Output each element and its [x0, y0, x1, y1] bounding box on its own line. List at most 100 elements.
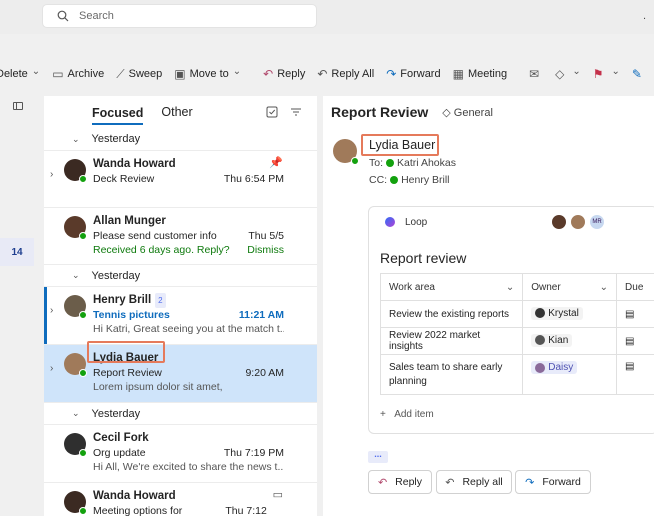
loop-component[interactable]: Loop MR Report review Work area ⌄ Owner ⌄ …	[368, 206, 654, 434]
expand-chevron-icon[interactable]: ›	[50, 305, 53, 316]
message-list: Focused Other ⌄ Yesterday › 📌 Wanda Howar…	[44, 96, 317, 516]
table-cell[interactable]: Krystal	[522, 300, 618, 328]
reply-all-label: Reply All	[331, 68, 375, 80]
tab-other[interactable]: Other	[161, 99, 192, 125]
meeting-button[interactable]: ▦ Meeting	[453, 67, 507, 81]
search-box[interactable]: Search	[43, 5, 316, 27]
presence-icon	[79, 369, 87, 377]
archive-button[interactable]: ▭ Archive	[52, 67, 104, 81]
group-label: Yesterday	[91, 269, 141, 282]
list-item[interactable]: › 📌 Wanda Howard Deck Review Thu 6:54 PM	[44, 150, 317, 207]
list-item[interactable]: ▭ Wanda Howard Meeting options for Thurs…	[44, 482, 317, 516]
pin-icon[interactable]: 📌	[269, 156, 283, 169]
table-cell[interactable]: Sales team to share early planning	[379, 354, 524, 395]
collaborator-avatars: MR	[551, 214, 608, 230]
highlight-box	[361, 134, 439, 156]
reply-all-icon: ↶	[317, 67, 328, 81]
group-label: Yesterday	[91, 407, 141, 420]
table-cell[interactable]: Kian	[522, 327, 618, 355]
owner-name: Kian	[548, 334, 569, 346]
thread-count-badge: 2	[155, 293, 166, 308]
presence-icon	[351, 157, 359, 165]
forward-button[interactable]: ↷ Forward	[515, 470, 591, 494]
column-header[interactable]: Owner ⌄	[522, 273, 618, 301]
forward-label: Forward	[400, 68, 441, 80]
list-item[interactable]: Cecil Fork Org update Thu 7:19 PM Hi All,…	[44, 424, 317, 482]
recipient-name[interactable]: Katri Ahokas	[397, 157, 456, 169]
list-item[interactable]: Allan Munger Please send customer info Th…	[44, 207, 317, 264]
reply-label: Reply	[395, 476, 423, 488]
read-unread-button[interactable]: ✉	[529, 67, 543, 81]
sweep-label: Sweep	[128, 68, 163, 80]
list-item[interactable]: › Lydia Bauer Report Review 9:20 AM Lorem…	[44, 344, 317, 402]
tag-icon: ◇	[555, 67, 565, 81]
unread-indicator	[44, 287, 47, 344]
show-more-button[interactable]: ...	[368, 450, 388, 463]
calendar-icon: ▤	[625, 361, 635, 372]
expand-chevron-icon[interactable]: ›	[50, 169, 53, 180]
avatar	[570, 214, 586, 230]
chevron-down-icon: ⌄	[72, 133, 80, 144]
owner-pill: Krystal	[531, 306, 583, 320]
sweep-button[interactable]: ⟋ Sweep	[116, 67, 162, 82]
avatar-initials: MR	[589, 214, 605, 230]
date-cell[interactable]: ▤	[616, 300, 654, 328]
add-item-button[interactable]: + Add item	[380, 409, 434, 420]
tag-button[interactable]: ◇	[555, 67, 581, 81]
table-row[interactable]: Sales team to share early planning Daisy…	[379, 354, 654, 395]
loop-icon	[385, 217, 395, 227]
category-tag[interactable]: ◇ General	[442, 106, 493, 119]
calendar-icon: ▦	[452, 67, 464, 81]
add-item-label: Add item	[394, 409, 434, 420]
mail-preview: Lorem ipsum dolor sit amet,	[93, 381, 223, 393]
calendar-day-badge[interactable]: 14	[0, 238, 34, 266]
forward-button[interactable]: ↷ Forward	[386, 67, 440, 81]
table-cell[interactable]: Daisy	[522, 354, 618, 395]
table-row[interactable]: Review the existing reports Krystal ▤	[379, 300, 654, 328]
reply-button[interactable]: ↶ Reply	[263, 67, 305, 81]
group-header[interactable]: ⌄ Yesterday	[44, 402, 317, 424]
reply-all-button[interactable]: ↶ Reply all	[436, 470, 512, 494]
column-header-label: Owner	[531, 281, 561, 293]
flag-button[interactable]: ⚑	[593, 67, 620, 81]
presence-icon	[79, 175, 87, 183]
filter-icon[interactable]	[290, 106, 302, 118]
reply-button[interactable]: ↶ Reply	[368, 470, 432, 494]
table-row[interactable]: Review 2022 market insights Kian ▤	[379, 327, 654, 355]
select-checkbox-icon[interactable]	[266, 106, 278, 118]
avatar	[551, 214, 567, 230]
reply-icon: ↶	[377, 476, 388, 489]
tab-focused[interactable]: Focused	[92, 100, 144, 125]
avatar	[535, 335, 546, 346]
cc-recipient-name[interactable]: Henry Brill	[401, 174, 449, 186]
column-header[interactable]: Due	[616, 273, 654, 301]
mail-time: 9:20 AM	[245, 367, 284, 379]
date-cell[interactable]: ▤	[616, 354, 654, 395]
archive-label: Archive	[67, 68, 105, 80]
chevron-down-icon: ⌄	[72, 270, 80, 280]
avatar	[535, 308, 546, 319]
mail-preview: Hi All, We're excited to share the news …	[93, 461, 284, 473]
table-cell[interactable]: Review 2022 market insights	[379, 327, 524, 355]
reply-all-button[interactable]: ↶ Reply All	[317, 67, 374, 81]
forward-icon: ↷	[386, 67, 397, 81]
owner-name: Krystal	[548, 307, 579, 319]
expand-chevron-icon[interactable]: ›	[50, 363, 53, 374]
column-header[interactable]: Work area ⌄	[379, 273, 524, 301]
group-header[interactable]: ⌄ Yesterday	[44, 128, 317, 150]
folder-move-icon: ▣	[174, 67, 186, 81]
presence-icon	[79, 507, 87, 515]
pane-toggle-icon[interactable]	[13, 102, 23, 110]
more-options-icon[interactable]: .	[643, 10, 646, 22]
date-cell[interactable]: ▤	[616, 327, 654, 355]
pin-button[interactable]: ✎	[632, 67, 646, 81]
flag-icon: ⚑	[592, 67, 604, 81]
group-header[interactable]: ⌄ Yesterday	[44, 264, 317, 286]
delete-button[interactable]: Delete	[0, 68, 40, 80]
move-to-button[interactable]: ▣ Move to	[174, 67, 241, 81]
subject-title: Report Review	[331, 104, 429, 120]
table-cell[interactable]: Review the existing reports	[379, 300, 524, 328]
list-item[interactable]: › Henry Brill 2 Tennis pictures 11:21 AM H…	[44, 286, 317, 344]
dismiss-link[interactable]: Dismiss	[247, 243, 284, 257]
message-subject-header: Report Review ◇ General	[331, 104, 493, 120]
